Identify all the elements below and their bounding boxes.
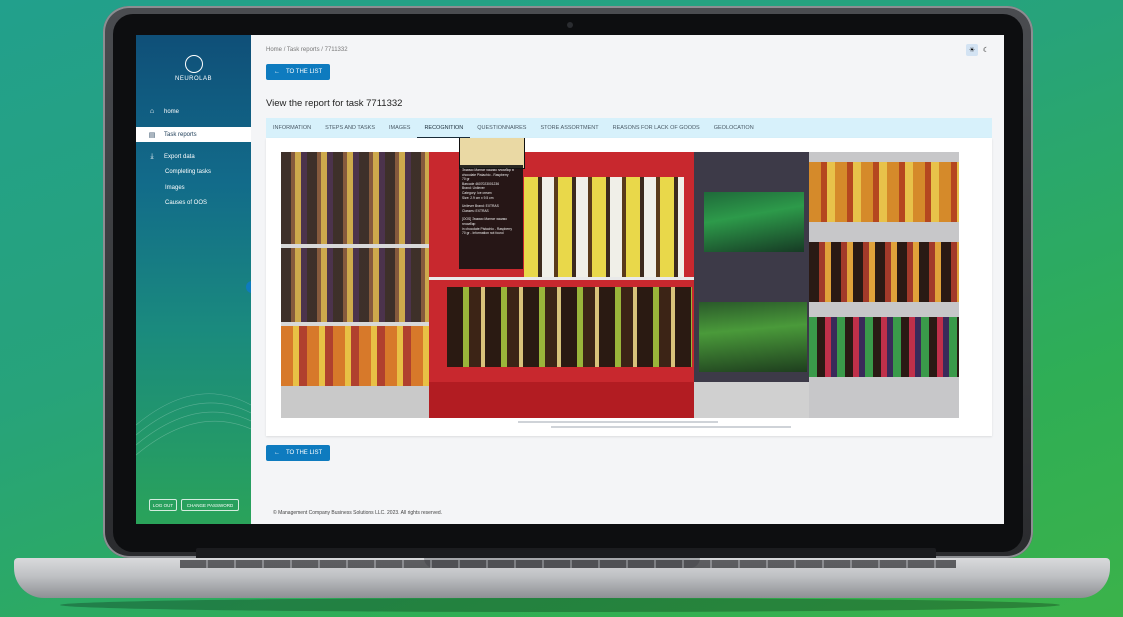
shelf-photo[interactable] xyxy=(281,152,429,418)
breadcrumb: Home / Task reports / 7711332 xyxy=(266,47,348,53)
sidebar-item-export-data[interactable]: ⤓ Export data xyxy=(136,149,251,164)
tab-geolocation[interactable]: GEOLOCATION xyxy=(707,118,761,138)
button-label: TO THE LIST xyxy=(286,69,323,75)
horizontal-scrollbar[interactable] xyxy=(551,426,791,428)
logo-text: NEUROLAB xyxy=(174,76,212,82)
sidebar-item-label: home xyxy=(164,108,180,115)
sun-icon[interactable]: ☀ xyxy=(966,44,978,56)
laptop-shadow xyxy=(60,598,1060,612)
tab-images[interactable]: IMAGES xyxy=(382,118,417,138)
button-label: TO THE LIST xyxy=(286,450,323,456)
moon-icon[interactable]: ☾ xyxy=(980,44,992,56)
brain-logo-icon xyxy=(184,55,203,73)
tab-questionnaires[interactable]: QUESTIONNAIRES xyxy=(470,118,533,138)
home-icon: ⌂ xyxy=(149,108,155,115)
sidebar-item-task-reports[interactable]: ▤ Task reports xyxy=(136,127,251,142)
shelf-photo[interactable] xyxy=(694,152,809,418)
to-the-list-button[interactable]: ← TO THE LIST xyxy=(266,64,331,80)
logout-button[interactable]: LOG OUT xyxy=(149,499,177,511)
footer-copyright: © Management Company Business Solutions … xyxy=(273,510,443,516)
sidebar-item-home[interactable]: ⌂ home xyxy=(136,104,251,119)
keyboard-edge xyxy=(180,560,956,568)
document-icon: ▤ xyxy=(148,131,156,139)
main-content: Home / Task reports / 7711332 ☀ ☾ ← TO T… xyxy=(251,35,1004,524)
tab-information[interactable]: INFORMATION xyxy=(266,118,318,138)
breadcrumb-task-reports[interactable]: Task reports xyxy=(287,47,320,53)
sidebar: NEUROLAB ⌂ home ▤ Task reports ⤓ Export … xyxy=(136,35,251,524)
arrow-left-icon: ← xyxy=(274,69,280,75)
tooltip-line: Эскимо Магнат эскимо пломбир в xyxy=(462,168,514,172)
tab-bar: INFORMATION STEPS AND TASKS IMAGES RECOG… xyxy=(266,118,992,138)
logo: NEUROLAB xyxy=(136,55,251,82)
recognition-panel: Эскимо Магнат эскимо пломбир в chocolate… xyxy=(266,138,992,436)
tooltip-line: 70 gr - Information not found xyxy=(462,231,504,236)
sidebar-subitem-causes-of-oos[interactable]: Causes of OOS xyxy=(165,200,207,206)
breadcrumb-separator: / xyxy=(321,47,323,53)
decorative-lines xyxy=(136,393,251,456)
to-the-list-button-bottom[interactable]: ← TO THE LIST xyxy=(266,445,331,461)
tooltip-line: [OOS] Эскимо Магнат эскимо пломбир xyxy=(462,217,507,226)
arrow-left-icon: ← xyxy=(274,450,280,456)
sidebar-subitem-images[interactable]: Images xyxy=(165,185,185,191)
shelf-image-strip[interactable] xyxy=(281,152,959,418)
camera xyxy=(567,22,573,28)
breadcrumb-separator: / xyxy=(283,47,286,53)
sidebar-item-label: Export data xyxy=(164,153,195,160)
shelf-photo[interactable] xyxy=(809,152,959,418)
theme-toggle: ☀ ☾ xyxy=(966,44,992,56)
sidebar-subitem-completing-tasks[interactable]: Completing tasks xyxy=(165,169,211,175)
product-tooltip: Эскимо Магнат эскимо пломбир в chocolate… xyxy=(459,165,523,269)
tab-reasons-for-lack-of-goods[interactable]: REASONS FOR LACK OF GOODS xyxy=(606,118,707,138)
sidebar-item-label: Task reports xyxy=(164,131,197,138)
tab-store-assortment[interactable]: STORE ASSORTMENT xyxy=(533,118,605,138)
change-password-button[interactable]: CHANGE PASSWORD xyxy=(181,499,239,511)
app-screen: NEUROLAB ⌂ home ▤ Task reports ⤓ Export … xyxy=(136,35,1004,524)
breadcrumb-task: 7711332 xyxy=(324,47,348,53)
page-title: View the report for task 7711332 xyxy=(266,98,403,109)
horizontal-scrollbar[interactable] xyxy=(518,421,718,423)
tab-recognition[interactable]: RECOGNITION xyxy=(417,118,471,138)
tab-steps-and-tasks[interactable]: STEPS AND TASKS xyxy=(318,118,382,138)
download-icon: ⤓ xyxy=(150,152,154,160)
breadcrumb-home[interactable]: Home xyxy=(266,47,282,53)
